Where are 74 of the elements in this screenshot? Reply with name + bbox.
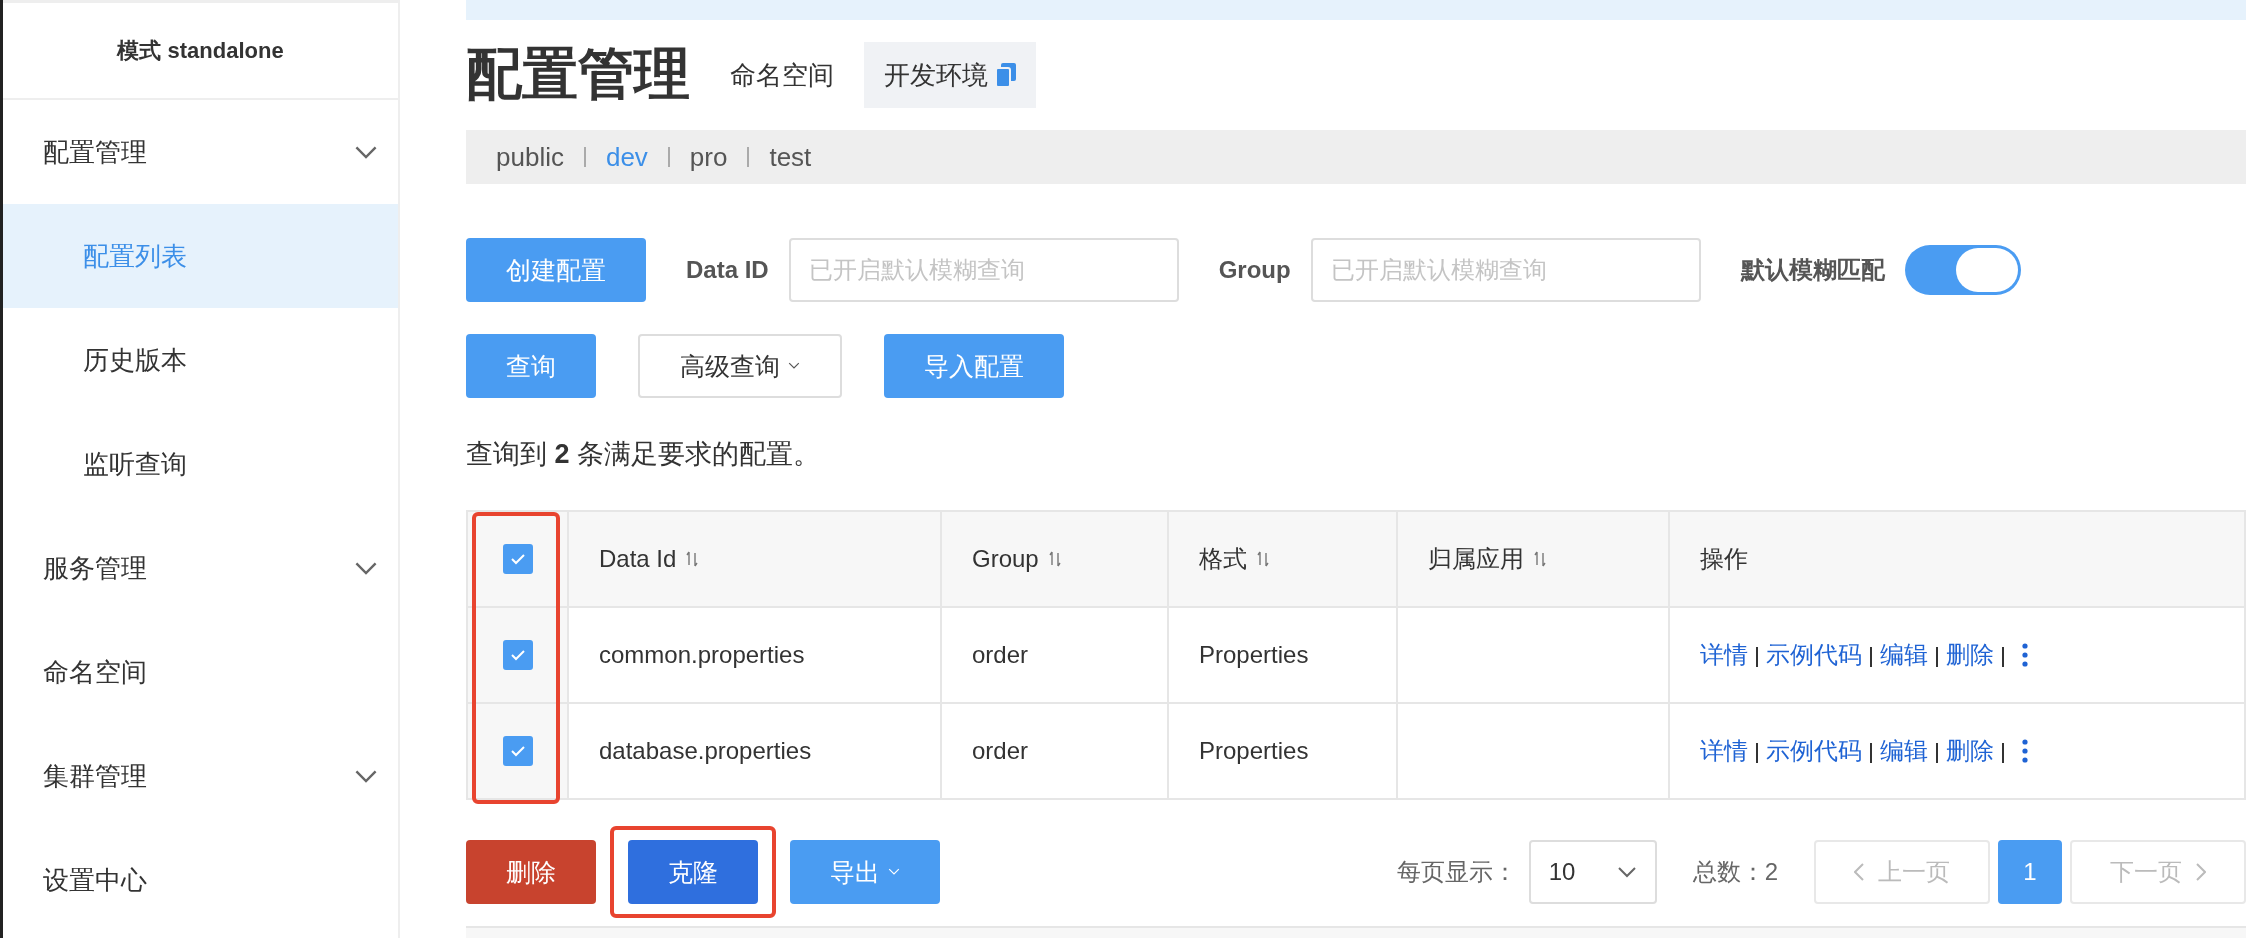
page-title: 配置管理 <box>466 41 690 107</box>
chevron-down-icon <box>354 144 378 160</box>
more-icon[interactable] <box>2022 739 2028 763</box>
column-header: 归属应用 <box>1398 512 1670 608</box>
action-link[interactable]: 示例代码 <box>1766 737 1862 764</box>
search-field[interactable]: 已开启默认模糊查询 <box>788 238 1179 302</box>
action-link[interactable]: 编辑 <box>1880 737 1928 764</box>
action-button[interactable]: 导入配置 <box>884 334 1064 398</box>
table-cell: order <box>942 608 1169 704</box>
chevron-left-icon <box>1854 863 1864 881</box>
chevron-down-icon <box>1616 866 1637 878</box>
create-config-button[interactable]: 创建配置 <box>466 238 646 302</box>
chevron-down-icon <box>888 868 900 876</box>
check-icon <box>509 745 526 757</box>
table-cell: order <box>942 704 1169 800</box>
chevron-down-icon <box>354 768 378 784</box>
toggle-label: 默认模糊匹配 <box>1740 255 1885 285</box>
table-cell: common.properties <box>569 608 942 704</box>
fuzzy-match-switch[interactable] <box>1904 245 2021 295</box>
column-header: 格式 <box>1169 512 1398 608</box>
namespace-tab[interactable]: test <box>769 141 812 173</box>
sort-icon[interactable] <box>1257 551 1269 567</box>
row-checkbox[interactable] <box>502 736 533 766</box>
field-label: Data ID <box>686 256 769 284</box>
sidebar-item[interactable]: 配置管理 <box>3 100 398 204</box>
action-button[interactable]: 查询 <box>466 334 596 398</box>
sidebar-item[interactable]: 命名空间 <box>3 620 398 724</box>
sidebar-item[interactable]: 集群管理 <box>3 724 398 828</box>
check-icon <box>509 553 526 565</box>
row-checkbox[interactable] <box>502 640 533 670</box>
table-cell: Properties <box>1169 704 1398 800</box>
action-link[interactable]: 详情 <box>1700 641 1748 668</box>
sort-icon[interactable] <box>1048 551 1061 567</box>
chevron-right-icon <box>2196 863 2206 881</box>
total-count: 总数：2 <box>1692 857 1778 887</box>
namespace-value: 开发环境 <box>864 42 1036 108</box>
field-label: Group <box>1218 256 1291 284</box>
column-header: Group <box>942 512 1169 608</box>
sidebar-subitem[interactable]: 配置列表 <box>3 204 398 308</box>
sidebar-subitem[interactable]: 监听查询 <box>3 412 398 516</box>
table-cell: database.properties <box>569 704 942 800</box>
sort-icon[interactable] <box>686 551 699 567</box>
action-link[interactable]: 详情 <box>1700 737 1748 764</box>
chevron-down-icon <box>354 560 378 576</box>
column-header: Data Id <box>569 512 942 608</box>
sidebar-item[interactable]: 设置中心 <box>3 828 398 932</box>
chevron-down-icon <box>788 362 800 370</box>
namespace-tab[interactable]: public <box>496 141 564 173</box>
export-dropdown-button[interactable]: 导出 <box>790 840 940 904</box>
page-size-select[interactable]: 10 <box>1528 840 1657 904</box>
action-link[interactable]: 编辑 <box>1880 641 1928 668</box>
action-link[interactable]: 删除 <box>1946 737 1994 764</box>
sidebar-item[interactable]: 服务管理 <box>3 516 398 620</box>
bulk-action-button[interactable]: 克隆 <box>628 840 758 904</box>
action-link[interactable]: 删除 <box>1946 641 1994 668</box>
namespace-tab[interactable]: dev <box>605 141 648 173</box>
more-icon[interactable] <box>2022 643 2028 667</box>
table-cell: Properties <box>1169 608 1398 704</box>
page-size-label: 每页显示： <box>1396 857 1517 887</box>
action-link[interactable]: 示例代码 <box>1766 641 1862 668</box>
namespace-label: 命名空间 <box>730 58 834 92</box>
dropdown-button[interactable]: 高级查询 <box>638 334 842 398</box>
copy-icon[interactable] <box>996 63 1016 87</box>
bulk-action-button[interactable]: 删除 <box>466 840 596 904</box>
mode-label: 模式 standalone <box>3 0 398 100</box>
column-header: 操作 <box>1670 512 2246 608</box>
page-button[interactable]: 1 <box>1998 840 2062 904</box>
namespace-tab[interactable]: pro <box>689 141 728 173</box>
result-summary: 查询到 2 条满足要求的配置。 <box>466 438 822 471</box>
sort-icon[interactable] <box>1534 551 1546 567</box>
search-field[interactable]: 已开启默认模糊查询 <box>1310 238 1701 302</box>
select-all-checkbox[interactable] <box>502 544 533 574</box>
sidebar-subitem[interactable]: 历史版本 <box>3 308 398 412</box>
check-icon <box>509 649 526 661</box>
